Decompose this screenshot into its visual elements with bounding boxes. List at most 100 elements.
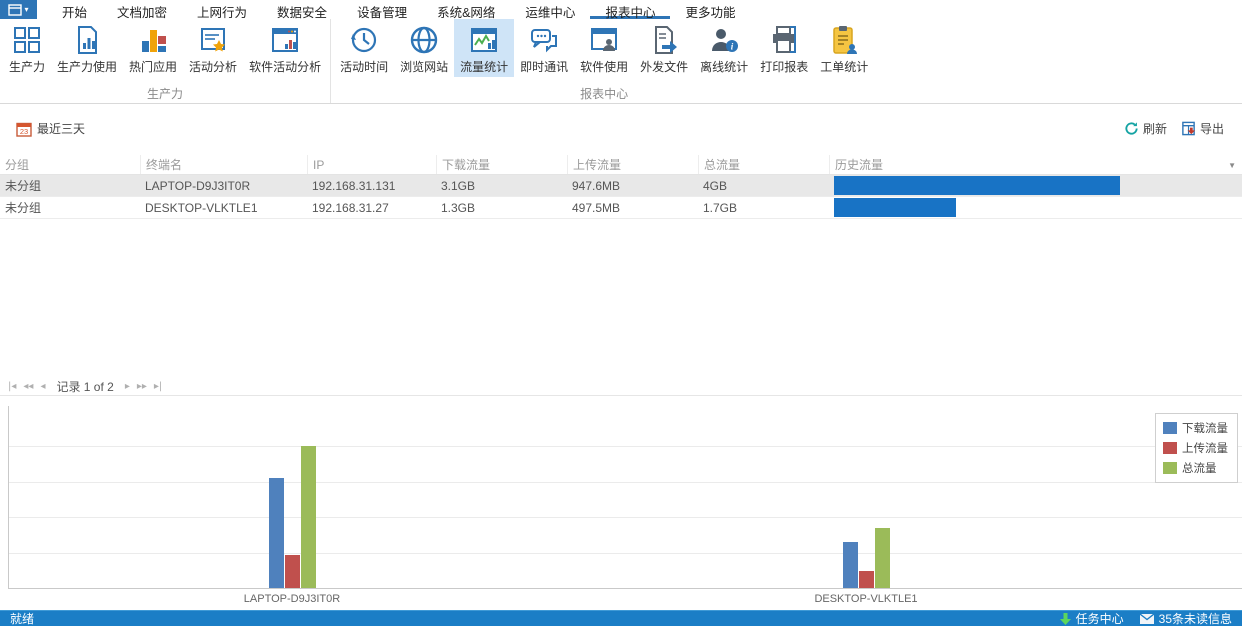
chart-gridline bbox=[8, 481, 1242, 483]
next-page-button[interactable]: ▸ bbox=[125, 381, 130, 392]
last-page-button[interactable]: ▸| bbox=[154, 381, 162, 392]
tab-doc-encryption[interactable]: 文档加密 bbox=[102, 0, 182, 20]
column-header-group[interactable]: 分组 bbox=[0, 155, 140, 174]
legend-item: 上传流量 bbox=[1163, 440, 1228, 456]
column-header-terminal[interactable]: 终端名 bbox=[140, 155, 307, 174]
chart-bar bbox=[843, 542, 858, 588]
task-center-label: 任务中心 bbox=[1075, 612, 1124, 626]
column-header-upload[interactable]: 上传流量 bbox=[567, 155, 698, 174]
tab-home[interactable]: 开始 bbox=[47, 0, 102, 20]
cell-total: 4GB bbox=[703, 178, 728, 193]
tab-data-security[interactable]: 数据安全 bbox=[262, 0, 342, 20]
cell-ip: 192.168.31.131 bbox=[312, 178, 396, 193]
top-tab-bar: ▾ 开始 文档加密 上网行为 数据安全 设备管理 系统&网络 运维中心 报表中心… bbox=[0, 0, 1242, 20]
legend-label: 下载流量 bbox=[1182, 423, 1228, 435]
export-button[interactable]: 导出 bbox=[1181, 120, 1224, 137]
history-bar bbox=[834, 176, 1120, 195]
unread-messages-button[interactable]: 35条未读信息 bbox=[1139, 610, 1232, 627]
ribbon-item-browsed-websites[interactable]: 浏览网站 bbox=[394, 19, 454, 77]
column-header-download[interactable]: 下载流量 bbox=[436, 155, 567, 174]
tab-device-management[interactable]: 设备管理 bbox=[342, 0, 422, 20]
ribbon-group-productivity: 生产力 生产力使用 热门应用 活动分析 软件活动分析 生产力 bbox=[0, 19, 332, 103]
printer-icon bbox=[773, 26, 797, 53]
legend-swatch bbox=[1163, 442, 1177, 454]
refresh-icon bbox=[1125, 122, 1138, 135]
grid-icon bbox=[14, 27, 40, 53]
doc-bar-chart-icon bbox=[78, 26, 98, 54]
prev-page-button[interactable]: ◂ bbox=[40, 381, 45, 392]
tab-ops-center[interactable]: 运维中心 bbox=[510, 0, 590, 20]
record-pager: |◂ ◂◂ ◂ 记录 1 of 2 ▸ ▸▸ ▸| bbox=[0, 377, 1242, 396]
ribbon-group-label-productivity: 生产力 bbox=[147, 87, 184, 101]
ribbon-item-offline-statistics[interactable]: i 离线统计 bbox=[694, 19, 754, 77]
tab-more-features[interactable]: 更多功能 bbox=[670, 0, 750, 20]
refresh-label: 刷新 bbox=[1142, 122, 1167, 136]
ribbon-item-print-report[interactable]: 打印报表 bbox=[754, 19, 814, 77]
cell-ip: 192.168.31.27 bbox=[312, 200, 389, 215]
user-info-icon: i bbox=[712, 29, 739, 52]
ribbon-item-software-activity-analysis[interactable]: 软件活动分析 bbox=[243, 19, 327, 77]
status-ready-label: 就绪 bbox=[10, 612, 35, 626]
cell-terminal: DESKTOP-VLKTLE1 bbox=[145, 200, 258, 215]
first-page-button[interactable]: |◂ bbox=[8, 381, 16, 392]
cell-download: 3.1GB bbox=[441, 178, 476, 193]
chat-bubbles-icon bbox=[531, 29, 558, 53]
legend-item: 下载流量 bbox=[1163, 420, 1228, 436]
tab-web-behavior[interactable]: 上网行为 bbox=[182, 0, 262, 20]
fast-next-button[interactable]: ▸▸ bbox=[137, 381, 147, 392]
task-center-button[interactable]: 任务中心 bbox=[1059, 610, 1124, 627]
cell-group: 未分组 bbox=[5, 179, 42, 193]
refresh-button[interactable]: 刷新 bbox=[1124, 120, 1167, 137]
tab-report-center[interactable]: 报表中心 bbox=[590, 0, 671, 20]
app-window-icon bbox=[8, 3, 23, 16]
ribbon-item-work-order-statistics[interactable]: 工单统计 bbox=[814, 19, 874, 77]
ribbon-item-software-usage[interactable]: 软件使用 bbox=[574, 19, 634, 77]
cell-download: 1.3GB bbox=[441, 200, 476, 215]
chart-bar bbox=[875, 528, 890, 588]
ribbon-group-report-center: 活动时间 浏览网站 流量统计 即时通讯 软件使用 外发文件 i 离线统计 打印报… bbox=[331, 19, 877, 103]
traffic-bar-chart: LAPTOP-D9J3IT0R DESKTOP-VLKTLE1 下载流量上传流量总… bbox=[0, 396, 1242, 610]
ribbon-item-activity-time[interactable]: 活动时间 bbox=[334, 19, 394, 77]
ribbon-item-traffic-statistics[interactable]: 流量统计 bbox=[454, 19, 515, 77]
ribbon-item-outgoing-files[interactable]: 外发文件 bbox=[634, 19, 694, 77]
column-header-history[interactable]: 历史流量 bbox=[829, 155, 1242, 174]
bar-chart-plot: LAPTOP-D9J3IT0R DESKTOP-VLKTLE1 bbox=[0, 396, 1242, 610]
chart-gridline bbox=[8, 517, 1242, 518]
chart-bar bbox=[285, 555, 300, 588]
column-header-ip[interactable]: IP bbox=[307, 155, 436, 174]
legend-label: 总流量 bbox=[1182, 463, 1217, 475]
tab-system-network[interactable]: 系统&网络 bbox=[422, 0, 510, 20]
fast-prev-button[interactable]: ◂◂ bbox=[23, 381, 33, 392]
doc-star-icon bbox=[201, 28, 226, 52]
traffic-table: 分组 终端名 IP 下载流量 上传流量 总流量 历史流量 ▼ 未分组 LAPTO… bbox=[0, 155, 1242, 219]
table-header-row: 分组 终端名 IP 下载流量 上传流量 总流量 历史流量 ▼ bbox=[0, 155, 1242, 175]
ribbon-item-productivity[interactable]: 生产力 bbox=[3, 19, 51, 77]
ribbon: 生产力 生产力使用 热门应用 活动分析 软件活动分析 生产力 活动时间 浏览网站… bbox=[0, 19, 1242, 104]
date-range-button[interactable]: 23 最近三天 bbox=[16, 120, 85, 137]
globe-icon bbox=[410, 26, 438, 54]
cell-group: 未分组 bbox=[5, 201, 42, 215]
ribbon-item-activity-analysis[interactable]: 活动分析 bbox=[183, 19, 243, 77]
ribbon-item-instant-messaging[interactable]: 即时通讯 bbox=[514, 19, 574, 77]
ribbon-item-productivity-usage[interactable]: 生产力使用 bbox=[51, 19, 123, 77]
table-row[interactable]: 未分组 LAPTOP-D9J3IT0R 192.168.31.131 3.1GB… bbox=[0, 175, 1242, 197]
cell-total: 1.7GB bbox=[703, 200, 738, 215]
calendar-icon: 23 bbox=[16, 122, 32, 137]
record-count-label: 记录 1 of 2 bbox=[56, 379, 114, 394]
column-filter-icon[interactable]: ▼ bbox=[1228, 161, 1236, 170]
app-menu-button[interactable]: ▾ bbox=[0, 0, 37, 19]
column-header-total[interactable]: 总流量 bbox=[698, 155, 829, 174]
chart-bar bbox=[301, 446, 316, 588]
ribbon-item-hot-apps[interactable]: 热门应用 bbox=[123, 19, 183, 77]
ribbon-group-label-report-center: 报表中心 bbox=[580, 87, 629, 101]
table-row[interactable]: 未分组 DESKTOP-VLKTLE1 192.168.31.27 1.3GB … bbox=[0, 197, 1242, 219]
window-bar-chart-icon bbox=[272, 28, 299, 52]
date-range-label: 最近三天 bbox=[37, 122, 86, 136]
window-user-icon bbox=[591, 28, 618, 51]
envelope-icon bbox=[1139, 613, 1154, 624]
history-bar bbox=[834, 198, 956, 217]
chart-y-axis bbox=[8, 406, 9, 588]
chart-x-axis bbox=[8, 588, 1242, 589]
bar-chart-icon bbox=[142, 30, 167, 52]
chart-legend: 下载流量上传流量总流量 bbox=[1155, 413, 1238, 483]
